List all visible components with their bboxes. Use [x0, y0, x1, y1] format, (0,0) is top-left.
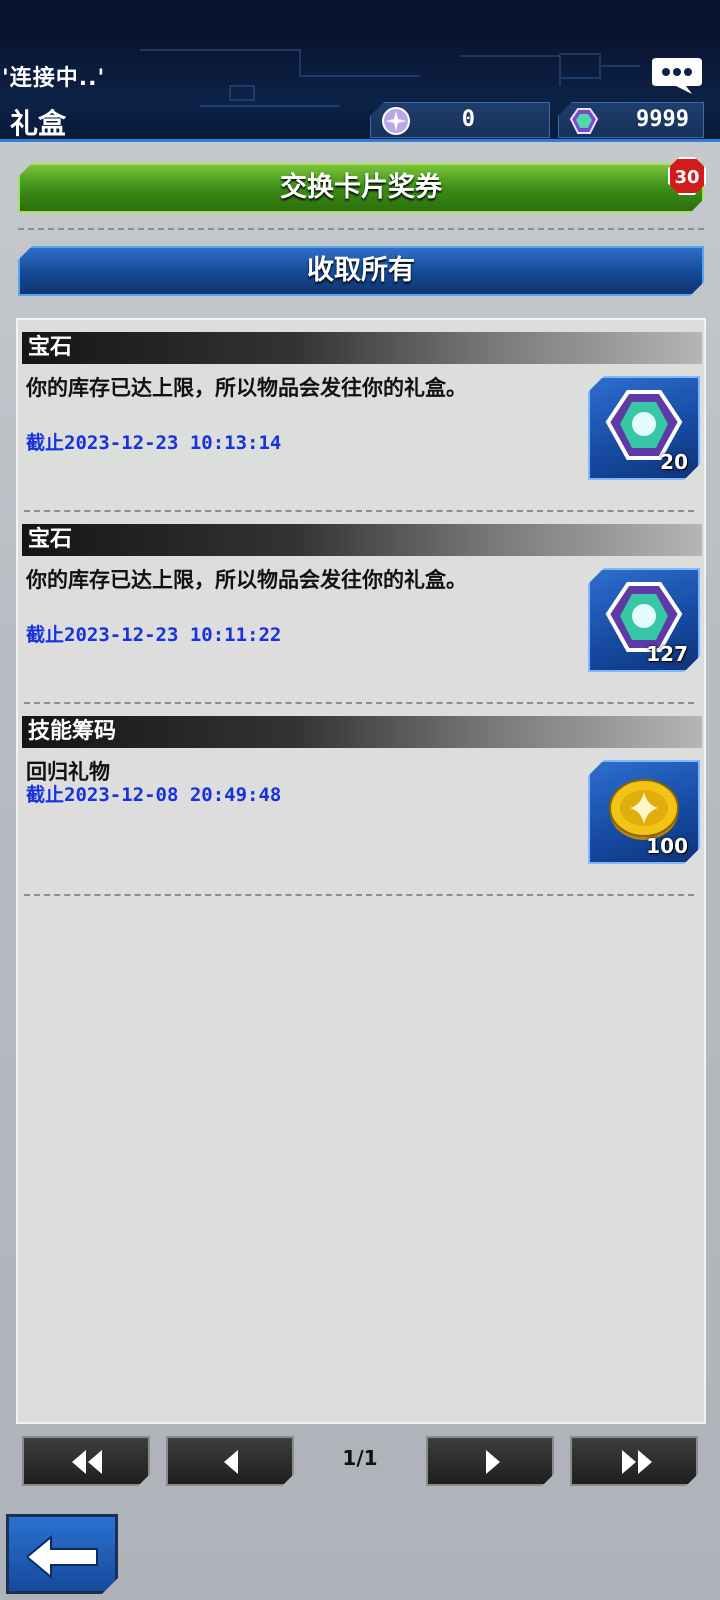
gift-item[interactable]: 宝石 你的库存已达上限，所以物品会发往你的礼盒。 截止2023-12-23 10…: [18, 320, 704, 512]
back-button[interactable]: [6, 1514, 118, 1594]
last-page-button[interactable]: [570, 1436, 698, 1486]
deadline-date: 2023-12-23 10:13:14: [64, 432, 282, 454]
chevron-left-icon: [212, 1450, 252, 1474]
gift-deadline: 截止2023-12-23 10:13:14: [26, 428, 281, 455]
gift-deadline: 截止2023-12-23 10:11:22: [26, 620, 281, 647]
gift-description: 你的库存已达上限，所以物品会发往你的礼盒。: [26, 568, 467, 592]
deadline-date: 2023-12-23 10:11:22: [64, 624, 282, 646]
chat-bubble-icon: [652, 58, 702, 94]
gift-item[interactable]: 宝石 你的库存已达上限，所以物品会发往你的礼盒。 截止2023-12-23 10…: [18, 512, 704, 704]
gift-quantity: 20: [660, 450, 688, 474]
next-page-button[interactable]: [426, 1436, 554, 1486]
gem-icon: [569, 108, 599, 134]
previous-page-button[interactable]: [166, 1436, 294, 1486]
deadline-prefix: 截止: [26, 784, 65, 806]
collect-all-button[interactable]: 收取所有: [18, 246, 704, 296]
gift-thumbnail[interactable]: 20: [588, 376, 700, 480]
double-chevron-right-icon: [616, 1450, 656, 1474]
deadline-prefix: 截止: [26, 624, 65, 646]
page-title: 礼盒: [10, 107, 67, 140]
voucher-count-badge: 30: [668, 157, 706, 195]
gift-item[interactable]: 技能筹码 回归礼物 截止2023-12-08 20:49:48 100: [18, 704, 704, 896]
arrow-left-icon: [27, 1535, 99, 1579]
deadline-date: 2023-12-08 20:49:48: [64, 784, 282, 806]
chat-button[interactable]: [650, 56, 704, 96]
gift-deadline: 截止2023-12-08 20:49:48: [26, 780, 281, 807]
chevron-right-icon: [472, 1450, 512, 1474]
orb-count: 0: [461, 107, 475, 132]
top-header: '连接中..' 礼盒 0 9999: [0, 46, 720, 142]
page-indicator: 1/1: [342, 1446, 378, 1470]
exchange-card-voucher-button[interactable]: 交换卡片奖券: [18, 163, 704, 213]
divider: [18, 228, 704, 230]
orb-icon: [382, 107, 410, 135]
gift-quantity: 127: [646, 642, 688, 666]
gem-count: 9999: [636, 107, 689, 132]
gift-thumbnail[interactable]: 127: [588, 568, 700, 672]
gift-category: 技能筹码: [22, 716, 702, 748]
gem-currency: 9999: [558, 102, 704, 138]
gift-quantity: 100: [646, 834, 688, 858]
double-chevron-left-icon: [68, 1450, 108, 1474]
divider: [24, 894, 694, 896]
status-bar: [0, 0, 720, 46]
gift-category: 宝石: [22, 332, 702, 364]
connection-status: '连接中..': [2, 66, 106, 91]
deadline-prefix: 截止: [26, 432, 65, 454]
gift-category: 宝石: [22, 524, 702, 556]
gift-description: 你的库存已达上限，所以物品会发往你的礼盒。: [26, 376, 467, 400]
orb-currency: 0: [370, 102, 550, 138]
first-page-button[interactable]: [22, 1436, 150, 1486]
gift-thumbnail[interactable]: 100: [588, 760, 700, 864]
gift-list[interactable]: 宝石 你的库存已达上限，所以物品会发往你的礼盒。 截止2023-12-23 10…: [16, 318, 706, 1424]
